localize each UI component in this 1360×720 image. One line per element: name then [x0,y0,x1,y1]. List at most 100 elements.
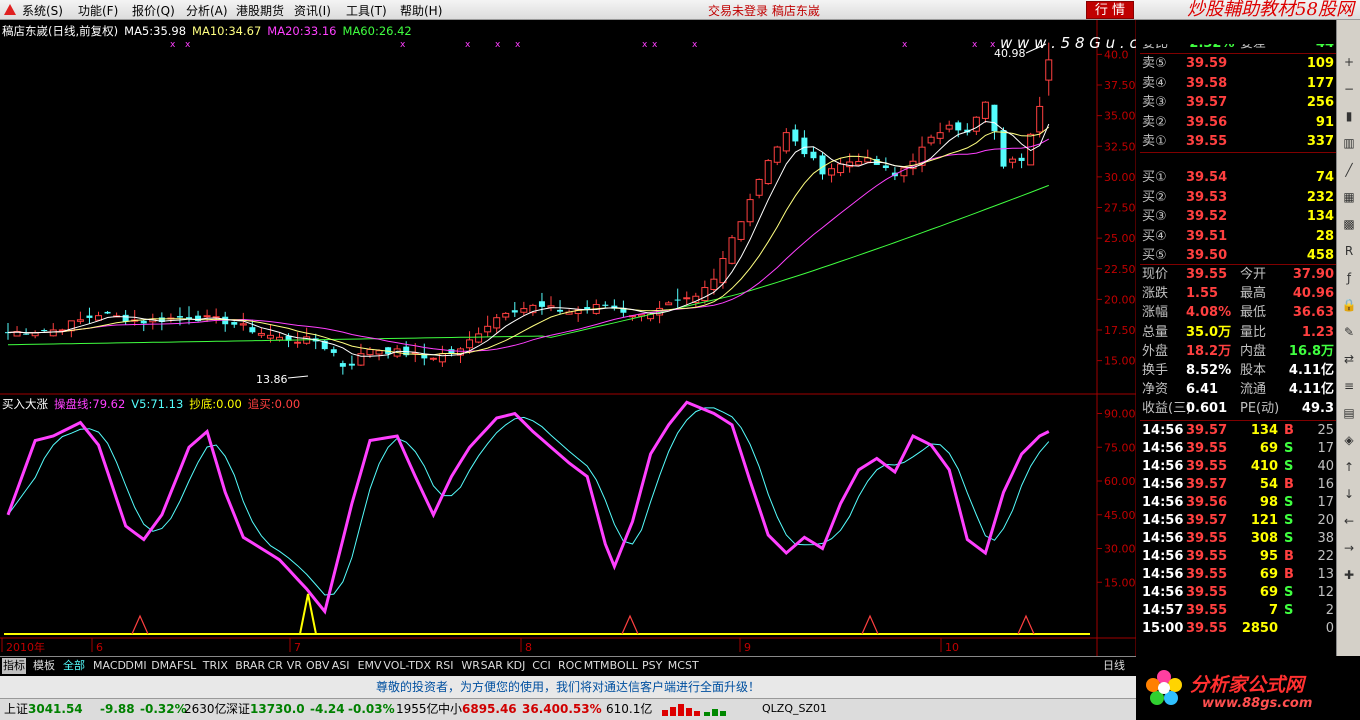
zoom-in-icon[interactable]: + [1340,54,1358,70]
arrow-left-icon[interactable]: ← [1340,513,1358,529]
candle-body [728,237,736,264]
stat-label-2: 股本 [1240,363,1267,378]
ask-row: 卖④ 39.58 177 [1140,74,1336,93]
stat-row: 现价 39.55 今开 37.90 [1140,265,1336,284]
stat-value: 8.52% [1186,363,1232,378]
arrow-down-icon[interactable]: ↓ [1340,486,1358,502]
fx-icon[interactable]: ƒ [1340,270,1358,286]
tab-mcst[interactable]: MCST [667,658,700,674]
tick-vol: 95 [1259,549,1278,564]
menu-system[interactable]: 系统(S) [22,2,63,19]
candle-body [584,307,591,310]
tick-bs: S [1284,531,1294,546]
list-icon[interactable]: ≡ [1340,378,1358,394]
tick-row: 14:56 39.55 69 B 13 [1140,565,1336,584]
candle-body [855,161,863,166]
candle-body [683,297,691,300]
tick-time: 14:56 [1142,585,1184,600]
tick-count: 12 [1317,585,1334,600]
rsi-icon[interactable]: R [1340,243,1358,259]
tick-time: 14:56 [1142,513,1184,528]
tab-mtm[interactable]: MTM [583,658,611,674]
bar-icon[interactable]: ▥ [1340,135,1358,151]
signal-marker: x [642,40,648,50]
tick-row: 14:56 39.55 410 S 40 [1140,457,1336,476]
signal-marker: x [990,40,996,50]
status-bar: 上证 3041.54 -9.88 -0.32% 2630亿 深证 13730.0… [0,698,1136,720]
sh-label: 上证 [4,702,29,716]
tick-count: 16 [1317,477,1334,492]
quote-button[interactable]: 行 情 [1086,1,1134,19]
sh-change: -9.88 [100,702,135,716]
zoom-out-icon[interactable]: − [1340,81,1358,97]
arrow-up-icon[interactable]: ↑ [1340,459,1358,475]
wb-label: 委比 [1142,44,1168,53]
tab-kdj[interactable]: KDJ [505,658,526,674]
tab-sar[interactable]: SAR [480,658,504,674]
tab-dma[interactable]: DMA [150,658,178,674]
menu-analysis[interactable]: 分析(A) [186,2,228,19]
tab-cci[interactable]: CCI [531,658,552,674]
stock-terminal-window: { "menubar": { "items": ["系统(S)","功能(F)"… [0,0,1360,720]
tab-roc[interactable]: ROC [557,658,583,674]
tick-vol: 308 [1250,531,1278,546]
tab-emv[interactable]: EMV [357,658,383,674]
cross-icon[interactable]: ✚ [1340,567,1358,583]
tab-psy[interactable]: PSY [641,658,663,674]
lock-icon[interactable]: 🔒 [1340,297,1358,313]
line-icon[interactable]: ╱ [1340,162,1358,178]
chart2-icon[interactable]: ▩ [1340,216,1358,232]
candle-body [538,301,545,307]
candle-body [366,348,374,356]
stat-label: 涨跌 [1142,286,1169,302]
menu-info[interactable]: 资讯(I) [294,2,331,19]
tab-rsi[interactable]: RSI [435,658,455,674]
tick-row: 15:00 39.55 2850 0 [1140,619,1336,638]
tab-模板[interactable]: 模板 [32,658,56,674]
stat-label-2: 最低 [1240,305,1267,321]
candle-body [231,322,238,325]
sh-amount: 2630亿 [184,702,227,716]
tab-wr[interactable]: WR [460,658,481,674]
tree-icon[interactable]: ◈ [1340,432,1358,448]
tab-trix[interactable]: TRIX [202,658,229,674]
tab-macd[interactable]: MACD [92,658,127,674]
toggle-icon[interactable]: ⇄ [1340,351,1358,367]
tab-cr[interactable]: CR [267,658,284,674]
period-label[interactable]: 日线 [1102,658,1126,674]
tab-obv[interactable]: OBV [305,658,330,674]
tick-count: 20 [1317,513,1334,528]
bid-row: 买⑤ 39.50 458 [1140,246,1336,265]
tick-count: 25 [1317,423,1334,438]
tab-指标[interactable]: 指标 [2,658,26,674]
tab-vol-tdx[interactable]: VOL-TDX [382,658,432,674]
menu-help[interactable]: 帮助(H) [400,2,442,19]
stat-label-2: 内盘 [1240,343,1267,359]
tab-vr[interactable]: VR [286,658,303,674]
menu-quote[interactable]: 报价(Q) [132,2,175,19]
chart-icon[interactable]: ▦ [1340,189,1358,205]
menu-function[interactable]: 功能(F) [78,2,118,19]
candle-body [438,353,446,363]
tab-asi[interactable]: ASI [331,658,351,674]
tab-boll[interactable]: BOLL [609,658,639,674]
tab-brar[interactable]: BRAR [234,658,266,674]
tick-row: 14:56 39.57 121 S 20 [1140,511,1336,530]
arrow-right-icon[interactable]: → [1340,540,1358,556]
chart-area[interactable]: 40.9813.86x x x x x x x x x x x x w w w . 5 8 G u . … [0,20,1136,656]
tab-全部[interactable]: 全部 [62,658,86,674]
pencil-icon[interactable]: ✎ [1340,324,1358,340]
ask-price: 39.59 [1186,56,1228,71]
menu-tools[interactable]: 工具(T) [346,2,387,19]
grid-icon[interactable]: ▤ [1340,405,1358,421]
tab-dmi[interactable]: DMI [124,658,147,674]
tick-vol: 54 [1259,477,1278,492]
ad-banner[interactable]: 分析家公式网 www.88gs.com [1136,656,1360,720]
tick-price: 39.57 [1186,513,1228,528]
candle-icon[interactable]: ▮ [1340,108,1358,124]
tab-fsl[interactable]: FSL [176,658,197,674]
candle-body [991,104,998,132]
menu-hk-futures[interactable]: 港股期货 [236,2,284,19]
wc-label: 委差 [1240,44,1266,53]
stat-value: 6.41 [1186,382,1219,398]
